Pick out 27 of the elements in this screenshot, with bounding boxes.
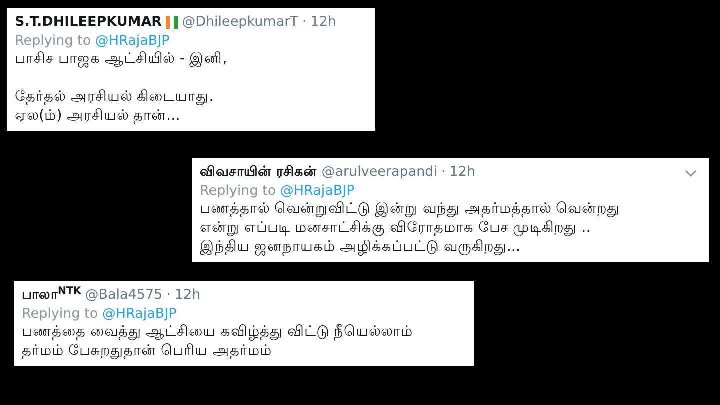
user-handle[interactable]: @DhileepkumarT <box>182 12 298 32</box>
chevron-icon[interactable] <box>685 170 697 178</box>
user-handle[interactable]: @arulveerapandi <box>322 162 438 182</box>
separator-dot: · <box>302 13 307 32</box>
mention-link[interactable]: @HRajaBJP <box>280 183 355 200</box>
replying-to-text: Replying to @HRajaBJP <box>200 182 356 200</box>
user-name[interactable]: பாலா$^{NTK}$ <box>22 284 82 306</box>
tweet-text-line: ஏல(ம்) அரசியல் தான்... <box>15 107 182 126</box>
tweet-text-line: பணத்தால் வென்றுவிட்டு இன்று வந்து அதர்மத்தால் வென்றது <box>200 200 622 220</box>
mention-link[interactable]: @HRajaBJP <box>102 306 177 322</box>
separator-dot: · <box>166 286 171 305</box>
tweet-text-line: என்று எப்படி மனசாட்சிக்கு விரோதமாக பேச முடிகிறது .. <box>200 219 592 238</box>
separator-dot: · <box>441 162 446 182</box>
mention-link[interactable]: @HRajaBJP <box>95 33 170 50</box>
tweet-time[interactable]: 12h <box>450 162 476 182</box>
tweet-text-line: பணத்தை வைத்து ஆட்சியை கவிழ்த்து விட்டு நீயெல்லாம் <box>22 323 414 342</box>
replying-to-text: Replying to @HRajaBJP <box>15 32 171 50</box>
tweet-time[interactable]: 12h <box>174 284 201 306</box>
tweet-text-line: இந்திய ஜனநாயகம் அழிக்கப்பட்டு வருகிறது... <box>200 238 522 257</box>
tweet-text-line: பாசிச பாஜக ஆட்சியில் - இனி, <box>15 50 228 70</box>
tweet-time[interactable]: 12h <box>310 12 336 32</box>
user-name[interactable]: S.T.DHILEEPKUMAR <box>15 12 162 32</box>
replying-to-text: Replying to @HRajaBJP <box>22 305 178 324</box>
user-name[interactable]: விவசாயின் ரசிகன் <box>200 162 318 182</box>
user-handle[interactable]: @Bala4575 <box>85 284 163 306</box>
tweet-text-line: தேர்தல் அரசியல் கிடையாது. <box>15 88 215 107</box>
tweet-text-line: தர்மம் பேசுறதுதான் பெரிய அதர்மம் <box>22 342 273 361</box>
